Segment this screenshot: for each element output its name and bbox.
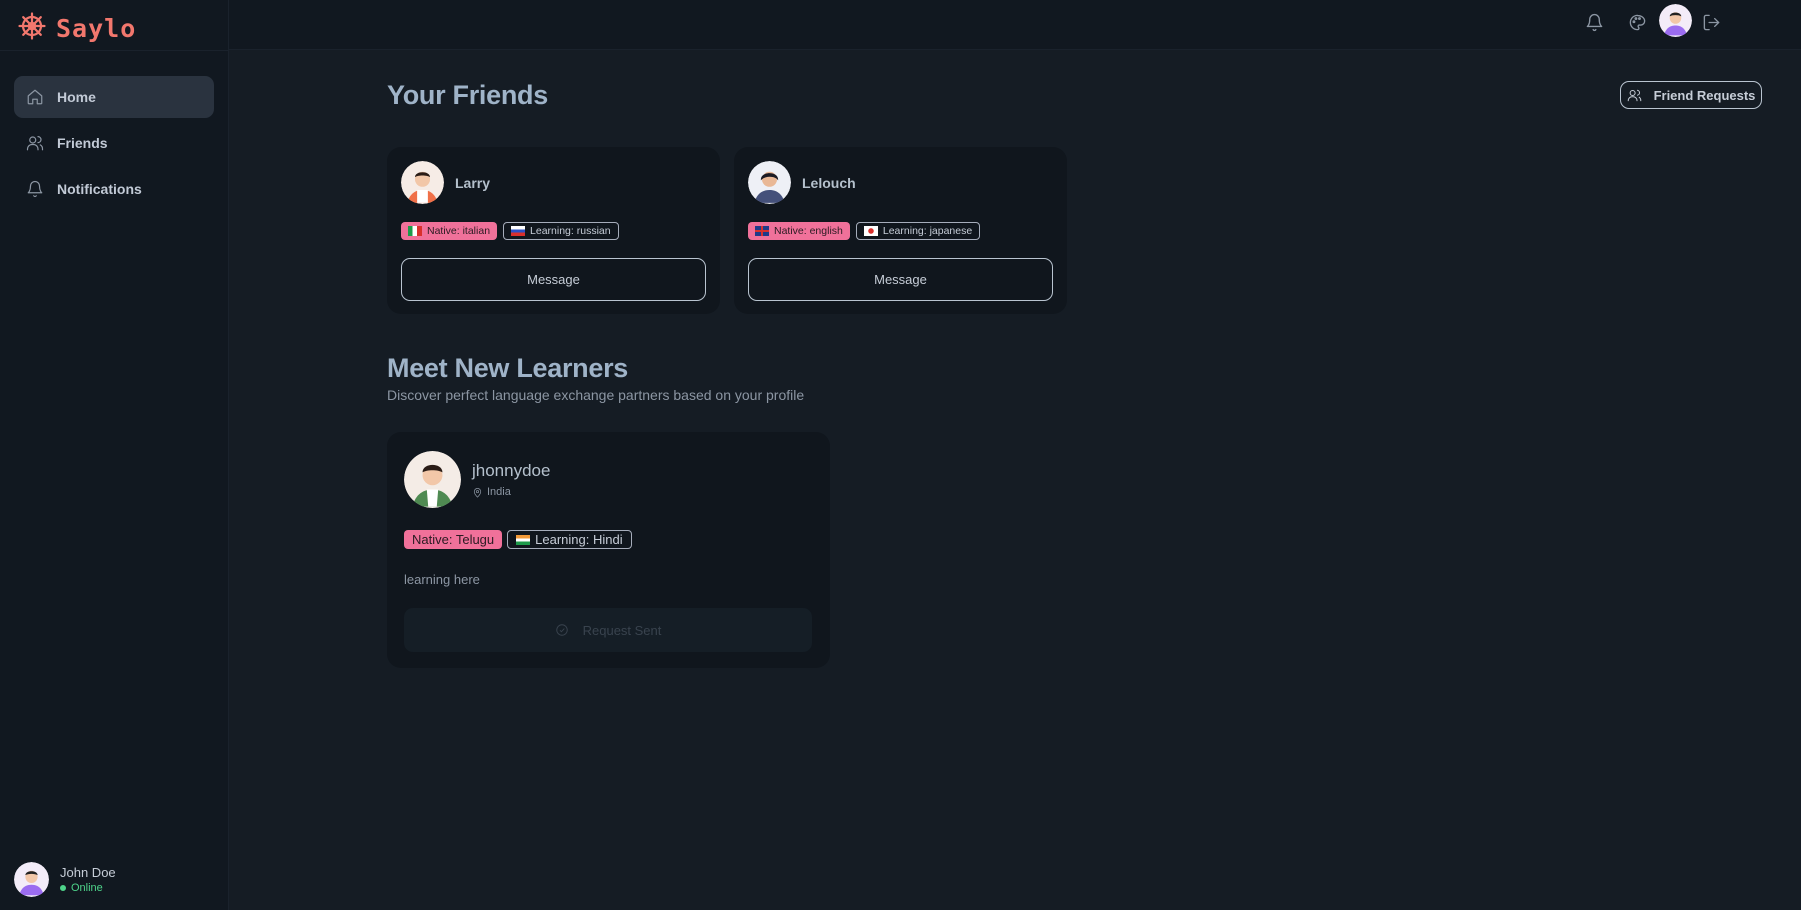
profile-name: John Doe xyxy=(60,865,116,880)
avatar xyxy=(14,862,49,897)
italy-flag-icon xyxy=(408,226,422,236)
request-sent-button[interactable]: Request Sent xyxy=(404,608,812,652)
avatar xyxy=(401,161,444,204)
section-subtitle: Discover perfect language exchange partn… xyxy=(387,387,805,403)
bell-icon xyxy=(27,180,43,198)
page-title: Your Friends xyxy=(387,80,548,110)
message-button[interactable]: Message xyxy=(401,258,706,301)
sidebar-item-label: Notifications xyxy=(57,181,142,197)
friend-card: Lelouch Native: english Learning: japane… xyxy=(734,147,1067,314)
learner-bio: learning here xyxy=(404,572,480,587)
learner-name: jhonnydoe xyxy=(472,461,551,480)
native-language-badge: Native: Telugu xyxy=(404,530,503,549)
friend-requests-button[interactable]: Friend Requests xyxy=(1620,81,1762,109)
check-circle-icon xyxy=(555,624,568,636)
ship-wheel-icon xyxy=(18,12,46,45)
sidebar-item-friends[interactable]: Friends xyxy=(14,122,214,164)
learning-language-badge: Learning: japanese xyxy=(855,222,981,240)
japan-flag-icon xyxy=(863,226,878,236)
sidebar: Saylo Home Friends Notifications John Do… xyxy=(0,0,229,910)
avatar xyxy=(404,451,461,508)
india-flag-icon xyxy=(516,534,531,545)
learner-card: jhonnydoe India Native: Telugu Learning:… xyxy=(387,432,830,668)
avatar[interactable] xyxy=(1659,4,1692,37)
avatar xyxy=(748,161,791,204)
sidebar-item-notifications[interactable]: Notifications xyxy=(14,168,214,210)
message-button[interactable]: Message xyxy=(748,258,1053,301)
friend-name: Larry xyxy=(455,174,491,191)
divider xyxy=(0,50,229,51)
learner-location: India xyxy=(472,486,550,498)
russia-flag-icon xyxy=(511,226,526,236)
sidebar-item-home[interactable]: Home xyxy=(14,76,214,118)
logo[interactable]: Saylo xyxy=(18,12,136,45)
status-badge: Online xyxy=(60,882,116,894)
user-profile[interactable]: John Doe Online xyxy=(14,862,116,897)
uk-flag-icon xyxy=(755,226,769,236)
online-dot xyxy=(60,885,66,891)
users-icon xyxy=(1627,89,1641,101)
native-language-badge: Native: italian xyxy=(401,222,498,240)
learning-language-badge: Learning: Hindi xyxy=(507,530,632,549)
users-icon xyxy=(26,136,44,151)
map-pin-icon xyxy=(473,487,482,498)
bell-icon[interactable] xyxy=(1581,9,1607,35)
friend-name: Lelouch xyxy=(802,174,856,191)
native-language-badge: Native: english xyxy=(748,222,850,240)
request-sent-label: Request Sent xyxy=(582,622,662,638)
sidebar-item-label: Home xyxy=(57,89,96,105)
learning-language-badge: Learning: russian xyxy=(503,222,619,240)
palette-icon[interactable] xyxy=(1624,9,1650,35)
sidebar-nav: Home Friends Notifications xyxy=(14,76,214,214)
home-icon xyxy=(27,89,43,105)
friend-requests-label: Friend Requests xyxy=(1653,87,1756,103)
topbar xyxy=(229,0,1801,50)
app-name: Saylo xyxy=(56,14,137,43)
section-title: Meet New Learners xyxy=(387,353,628,383)
friend-card: Larry Native: italian Learning: russian … xyxy=(387,147,720,314)
sidebar-item-label: Friends xyxy=(57,135,108,151)
logout-icon[interactable] xyxy=(1698,9,1724,35)
